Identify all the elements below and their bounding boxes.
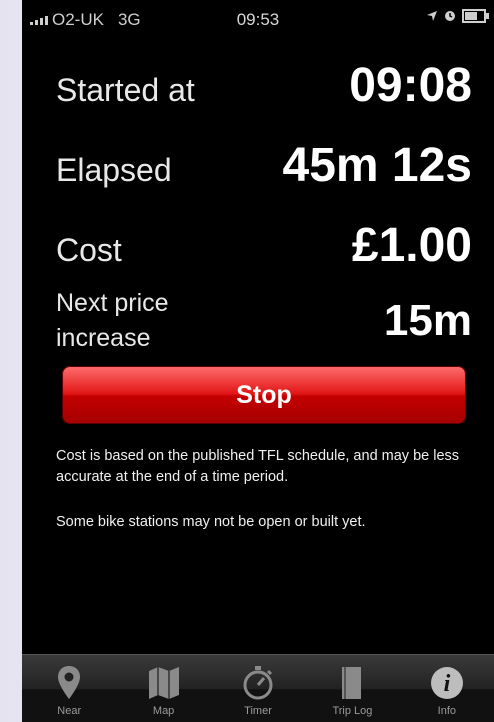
map-pin-icon (58, 666, 81, 699)
info-icon: i (430, 667, 463, 699)
tab-near[interactable]: Near (22, 655, 116, 722)
status-time: 09:53 (236, 10, 280, 29)
started-value: 09:08 (349, 59, 472, 112)
next-price-row: Next price increase 15m (56, 286, 472, 356)
elapsed-row: Elapsed 45m 12s (56, 138, 472, 198)
tab-trip-log[interactable]: Trip Log (305, 655, 399, 722)
tab-timer[interactable]: Timer (211, 655, 305, 722)
stop-button[interactable]: Stop (62, 366, 466, 424)
started-label: Started at (56, 72, 195, 108)
cost-label: Cost (56, 232, 122, 268)
book-icon (342, 667, 362, 699)
next-price-label-line1: Next price (56, 289, 169, 317)
svg-text:i: i (443, 671, 450, 697)
next-price-label-line2: increase (56, 324, 151, 352)
elapsed-value: 45m 12s (282, 139, 473, 192)
cost-value: £1.00 (351, 219, 472, 272)
status-bar: O2-UK 3G 09:53 (22, 0, 494, 36)
started-row: Started at 09:08 (56, 58, 472, 118)
location-arrow-icon (427, 11, 437, 21)
stations-note: Some bike stations may not be open or bu… (56, 514, 366, 530)
battery-icon (462, 9, 489, 23)
tab-trip-log-label: Trip Log (332, 705, 373, 717)
status-right (426, 9, 489, 23)
tab-map[interactable]: Map (116, 655, 210, 722)
tab-info[interactable]: i Info (400, 655, 494, 722)
tab-timer-label: Timer (244, 705, 272, 717)
map-icon (148, 667, 179, 699)
tab-info-label: Info (437, 705, 456, 717)
tab-bar: Near Map Timer Trip Log i Info (22, 654, 494, 722)
next-price-label: Next price increase (56, 286, 169, 356)
cost-row: Cost £1.00 (56, 218, 472, 278)
schedule-note: Cost is based on the published TFL sched… (56, 448, 460, 485)
device-frame: O2-UK 3G 09:53 Started at 09:08 Elapsed … (0, 0, 494, 722)
app-screen: O2-UK 3G 09:53 Started at 09:08 Elapsed … (22, 0, 494, 722)
stopwatch-icon (243, 666, 273, 700)
elapsed-label: Elapsed (56, 152, 172, 188)
tab-near-label: Near (57, 705, 82, 717)
clock-icon (445, 11, 455, 21)
tab-map-label: Map (152, 705, 175, 717)
next-price-value: 15m (383, 296, 472, 345)
